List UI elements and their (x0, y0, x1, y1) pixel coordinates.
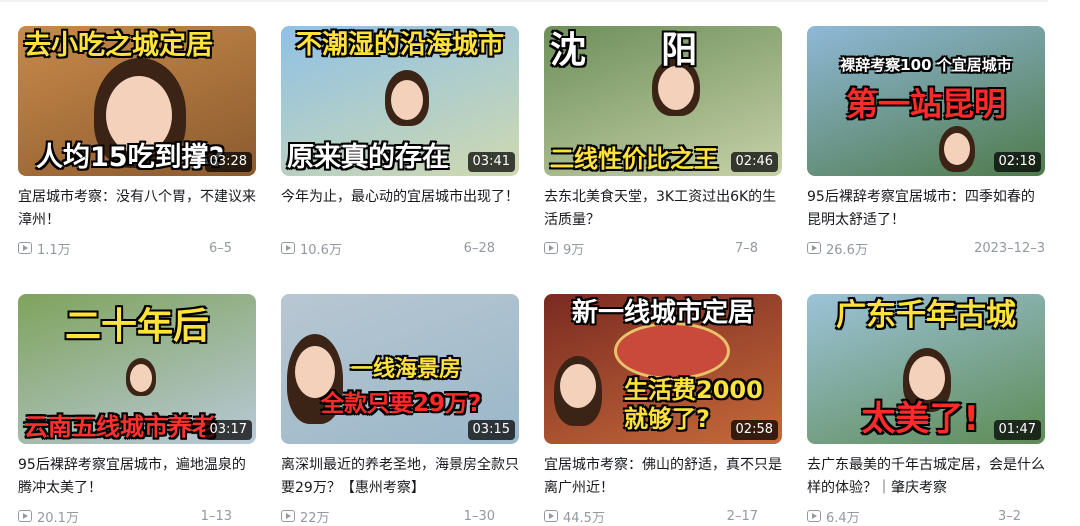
thumbnail-caption-bottom: 第一站昆明 (845, 85, 1006, 123)
play-count-icon (544, 510, 558, 522)
upload-date: 1–30 (463, 508, 495, 524)
view-count: 9万 (563, 242, 585, 258)
video-thumbnail[interactable]: 不潮湿的沿海城市 原来真的存在 03:41 (281, 26, 519, 176)
video-thumbnail[interactable]: 新一线城市定居 生活费2000 就够了? 02:58 (544, 294, 782, 444)
play-count-icon (807, 510, 821, 522)
view-count: 1.1万 (37, 242, 71, 258)
video-title[interactable]: 95后裸辞考察宜居城市：四季如春的昆明太舒适了！ (807, 186, 1045, 232)
thumbnail-caption-top: 一线海景房 (351, 357, 462, 382)
thumbnail-caption-top: 不潮湿的沿海城市 (295, 30, 504, 60)
video-duration: 03:17 (204, 420, 252, 440)
video-meta: 26.6万 2023–12–3 (807, 238, 1045, 258)
video-thumbnail[interactable]: 沈 阳 二线性价比之王 02:46 (544, 26, 782, 176)
play-count-icon (281, 242, 295, 254)
video-card[interactable]: 去小吃之城定居 人均15吃到撑? 03:28 宜居城市考察：没有八个胃，不建议来… (18, 26, 256, 258)
video-card[interactable]: 沈 阳 二线性价比之王 02:46 去东北美食天堂，3K工资过出6K的生活质量？… (544, 26, 782, 258)
person-face (909, 356, 945, 400)
video-card[interactable]: 新一线城市定居 生活费2000 就够了? 02:58 宜居城市考察：佛山的舒适，… (544, 294, 782, 526)
video-card[interactable]: 二十年后 云南五线城市养老 03:17 95后裸辞考察宜居城市，遍地温泉的腾冲太… (18, 294, 256, 526)
play-count-icon (281, 510, 295, 522)
play-count-icon (18, 510, 32, 522)
video-title[interactable]: 95后裸辞考察宜居城市，遍地温泉的腾冲太美了！ (18, 454, 256, 500)
thumbnail-caption-top: 去小吃之城定居 (24, 30, 213, 61)
video-meta: 22万 1–30 (281, 506, 519, 526)
video-meta: 20.1万 1–13 (18, 506, 256, 526)
thumbnail-caption-top: 裸辞考察100 个宜居城市 (840, 56, 1012, 74)
view-count: 22万 (300, 510, 330, 526)
upload-date: 7–8 (734, 240, 758, 256)
thumbnail-caption-top: 沈 阳 (550, 30, 698, 71)
view-count: 10.6万 (300, 242, 342, 258)
upload-date: 2–17 (726, 508, 758, 524)
thumbnail-caption-top: 二十年后 (64, 306, 209, 347)
video-duration: 03:41 (467, 152, 515, 172)
person-face (944, 133, 970, 165)
video-title[interactable]: 今年为止，最心动的宜居城市出现了！ (281, 186, 519, 232)
video-thumbnail[interactable]: 去小吃之城定居 人均15吃到撑? 03:28 (18, 26, 256, 176)
video-meta: 1.1万 6–5 (18, 238, 256, 258)
view-count: 20.1万 (37, 510, 79, 526)
thumbnail-caption-bottom: 全款只要29万? (321, 391, 482, 417)
video-duration: 02:46 (730, 152, 778, 172)
video-duration: 01:47 (993, 420, 1041, 440)
video-card[interactable]: 一线海景房 全款只要29万? 03:15 离深圳最近的养老圣地，海景房全款只要2… (281, 294, 519, 526)
lantern-decoration (614, 322, 730, 380)
play-count-icon (544, 242, 558, 254)
video-thumbnail[interactable]: 二十年后 云南五线城市养老 03:17 (18, 294, 256, 444)
video-thumbnail[interactable]: 裸辞考察100 个宜居城市 第一站昆明 02:18 (807, 26, 1045, 176)
person-face (560, 364, 596, 408)
upload-date: 6–5 (208, 240, 232, 256)
upload-date: 2023–12–3 (974, 240, 1045, 256)
person-face (658, 66, 694, 110)
video-meta: 9万 7–8 (544, 238, 782, 258)
video-duration: 03:28 (204, 152, 252, 172)
video-thumbnail[interactable]: 一线海景房 全款只要29万? 03:15 (281, 294, 519, 444)
video-thumbnail[interactable]: 广东千年古城 太美了! 01:47 (807, 294, 1045, 444)
video-title[interactable]: 宜居城市考察：佛山的舒适，真不只是离广州近！ (544, 454, 782, 500)
video-meta: 44.5万 2–17 (544, 506, 782, 526)
top-divider (0, 0, 1048, 2)
thumbnail-caption-top: 新一线城市定居 (571, 298, 754, 328)
video-meta: 6.4万 3–2 (807, 506, 1045, 526)
video-title[interactable]: 去广东最美的千年古城定居，会是什么样的体验？｜肇庆考察 (807, 454, 1045, 500)
play-count-icon (807, 242, 821, 254)
view-count: 26.6万 (826, 242, 868, 258)
person-face (391, 80, 423, 120)
person-face (130, 364, 152, 392)
view-count: 44.5万 (563, 510, 605, 526)
video-title[interactable]: 去东北美食天堂，3K工资过出6K的生活质量？ (544, 186, 782, 232)
thumbnail-caption-top: 广东千年古城 (836, 298, 1016, 333)
upload-date: 6–28 (463, 240, 495, 256)
video-card[interactable]: 裸辞考察100 个宜居城市 第一站昆明 02:18 95后裸辞考察宜居城市：四季… (807, 26, 1045, 258)
upload-date: 1–13 (200, 508, 232, 524)
video-card[interactable]: 广东千年古城 太美了! 01:47 去广东最美的千年古城定居，会是什么样的体验？… (807, 294, 1045, 526)
play-count-icon (18, 242, 32, 254)
video-card[interactable]: 不潮湿的沿海城市 原来真的存在 03:41 今年为止，最心动的宜居城市出现了！ … (281, 26, 519, 258)
video-title[interactable]: 宜居城市考察：没有八个胃，不建议来漳州！ (18, 186, 256, 232)
view-count: 6.4万 (826, 510, 860, 526)
video-title[interactable]: 离深圳最近的养老圣地，海景房全款只要29万？【惠州考察】 (281, 454, 519, 500)
video-meta: 10.6万 6–28 (281, 238, 519, 258)
video-duration: 02:18 (993, 152, 1041, 172)
video-duration: 03:15 (467, 420, 515, 440)
upload-date: 3–2 (997, 508, 1021, 524)
video-duration: 02:58 (730, 420, 778, 440)
